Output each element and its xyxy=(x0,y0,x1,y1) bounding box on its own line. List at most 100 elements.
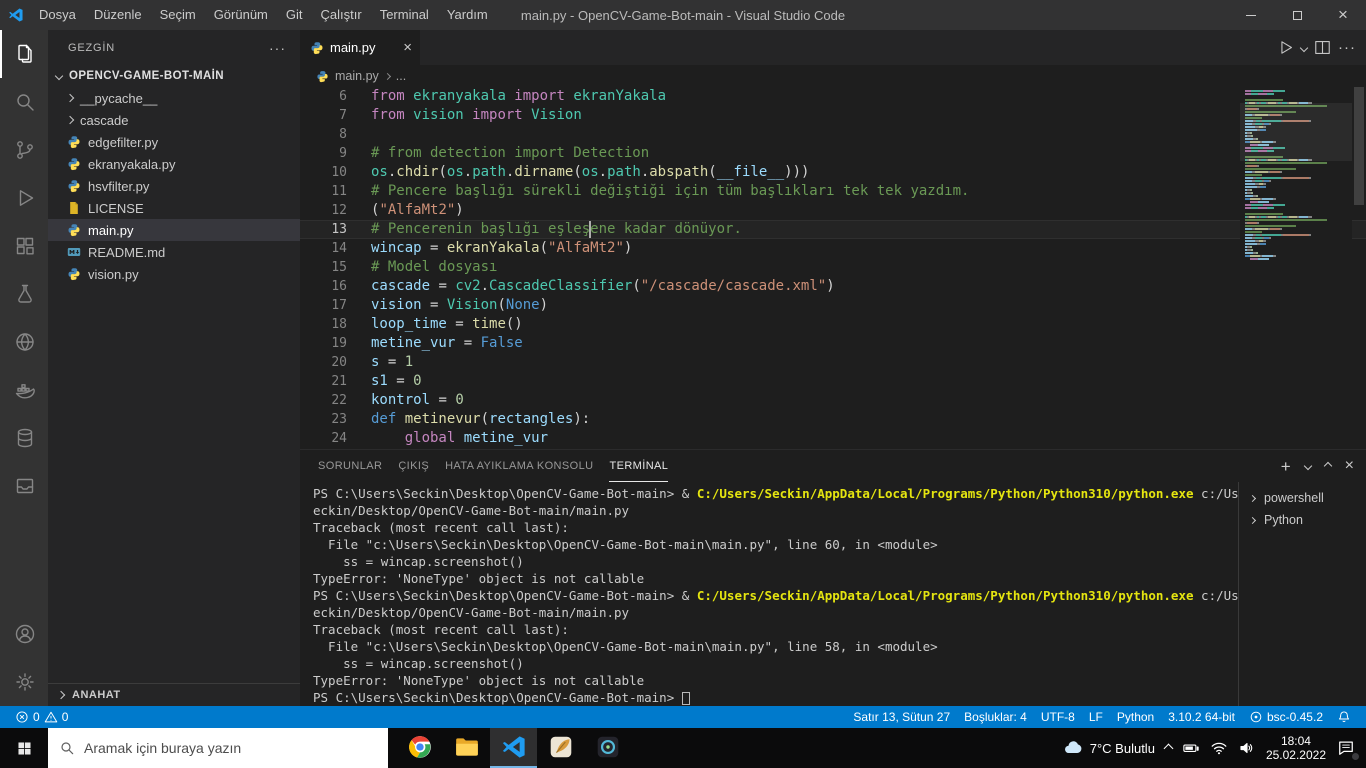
editor[interactable]: 6 from ekranyakala import ekranYakala 7 fro… xyxy=(300,87,1366,449)
chevron-up-icon[interactable] xyxy=(1323,461,1332,471)
cursor-position[interactable]: Satır 13, Sütun 27 xyxy=(846,706,957,728)
taskbar-notepad-app[interactable] xyxy=(537,728,584,768)
menu-item[interactable]: Çalıştır xyxy=(312,0,371,30)
tree-item-hsvfilter.py[interactable]: hsvfilter.py xyxy=(48,175,300,197)
outline-section[interactable]: ANAHAT xyxy=(48,683,300,706)
editor-scrollbar[interactable] xyxy=(1352,87,1366,449)
tree-item-__pycache__[interactable]: __pycache__ xyxy=(48,87,300,109)
code-line[interactable]: 23 def metinevur(rectangles): xyxy=(300,410,1366,429)
activitybar-extensions[interactable] xyxy=(0,222,48,270)
activitybar-testing[interactable] xyxy=(0,270,48,318)
menu-item[interactable]: Yardım xyxy=(438,0,497,30)
taskbar-vscode[interactable] xyxy=(490,728,537,768)
indentation[interactable]: Boşluklar: 4 xyxy=(957,706,1034,728)
code-line[interactable]: 21 s1 = 0 xyxy=(300,372,1366,391)
scrollbar-thumb[interactable] xyxy=(1354,87,1364,205)
code-line[interactable]: 7 from vision import Vision xyxy=(300,106,1366,125)
activitybar-explorer[interactable] xyxy=(0,30,48,78)
network-icon[interactable] xyxy=(1210,739,1228,757)
maximize-button[interactable] xyxy=(1274,0,1320,30)
chevron-down-icon[interactable] xyxy=(1299,43,1309,52)
code-line[interactable]: 15 # Model dosyası xyxy=(300,258,1366,277)
tree-item-ekranyakala.py[interactable]: ekranyakala.py xyxy=(48,153,300,175)
breadcrumb[interactable]: main.py ... xyxy=(300,65,1366,87)
encoding[interactable]: UTF-8 xyxy=(1034,706,1082,728)
bsc-extension[interactable]: bsc-0.45.2 xyxy=(1242,706,1330,728)
action-center-icon[interactable] xyxy=(1336,738,1360,761)
language-mode[interactable]: Python xyxy=(1110,706,1161,728)
terminal-instance-python[interactable]: Python xyxy=(1239,509,1366,531)
code-line[interactable]: 13 # Pencerenin başlığı eşleşene kadar dö… xyxy=(300,220,1366,239)
close-panel-icon[interactable]: × xyxy=(1345,458,1354,474)
clock[interactable]: 18:04 25.02.2022 xyxy=(1266,734,1326,762)
problems-indicator[interactable]: 0 0 xyxy=(8,706,75,728)
code-line[interactable]: 9 # from detection import Detection xyxy=(300,144,1366,163)
taskbar-file-explorer[interactable] xyxy=(443,728,490,768)
taskbar-search[interactable]: Aramak için buraya yazın xyxy=(48,728,388,768)
menu-item[interactable]: Görünüm xyxy=(205,0,277,30)
weather-indicator[interactable]: 7°C Bulutlu xyxy=(1062,737,1155,759)
volume-icon[interactable] xyxy=(1238,739,1256,757)
tree-root-folder[interactable]: OPENCV-GAME-BOT-MAİN xyxy=(48,65,300,87)
activitybar-docker[interactable] xyxy=(0,366,48,414)
tree-item-vision.py[interactable]: vision.py xyxy=(48,263,300,285)
notifications-button[interactable] xyxy=(1330,706,1358,728)
run-button[interactable] xyxy=(1276,38,1295,57)
menu-item[interactable]: Düzenle xyxy=(85,0,151,30)
menu-item[interactable]: Git xyxy=(277,0,312,30)
activitybar-source-control[interactable] xyxy=(0,126,48,174)
panel-tab-çikiş[interactable]: ÇIKIŞ xyxy=(398,450,429,482)
terminal-output[interactable]: PS C:\Users\Seckin\Desktop\OpenCV-Game-B… xyxy=(300,482,1238,706)
minimap[interactable] xyxy=(1240,87,1352,449)
code-line[interactable]: 20 s = 1 xyxy=(300,353,1366,372)
activitybar-remote-explorer[interactable] xyxy=(0,318,48,366)
tree-item-cascade[interactable]: cascade xyxy=(48,109,300,131)
code-line[interactable]: 8 xyxy=(300,125,1366,144)
code-line[interactable]: 17 vision = Vision(None) xyxy=(300,296,1366,315)
minimize-button[interactable] xyxy=(1228,0,1274,30)
start-button[interactable] xyxy=(0,728,48,768)
code-line[interactable]: 6 from ekranyakala import ekranYakala xyxy=(300,87,1366,106)
activitybar-account[interactable] xyxy=(0,610,48,658)
tree-item-main.py[interactable]: main.py xyxy=(48,219,300,241)
battery-icon[interactable] xyxy=(1182,739,1200,757)
taskbar-chrome[interactable] xyxy=(396,728,443,768)
activitybar-search[interactable] xyxy=(0,78,48,126)
hidden-icons-chevron[interactable] xyxy=(1163,743,1174,753)
more-actions-icon[interactable]: ··· xyxy=(269,40,286,56)
more-actions-icon[interactable]: ··· xyxy=(1338,39,1356,56)
panel-tab-sorunlar[interactable]: SORUNLAR xyxy=(318,450,382,482)
python-interpreter[interactable]: 3.10.2 64-bit xyxy=(1161,706,1242,728)
menu-item[interactable]: Seçim xyxy=(151,0,205,30)
panel-tab-termi̇nal[interactable]: TERMİNAL xyxy=(609,450,669,482)
code-line[interactable]: 10 os.chdir(os.path.dirname(os.path.abspa… xyxy=(300,163,1366,182)
tree-item-edgefilter.py[interactable]: edgefilter.py xyxy=(48,131,300,153)
close-button[interactable]: × xyxy=(1320,0,1366,30)
code-line[interactable]: 24 global metine_vur xyxy=(300,429,1366,448)
panel-tab-hata-ayiklama-konsolu[interactable]: HATA AYIKLAMA KONSOLU xyxy=(445,450,593,482)
code-line[interactable]: 14 wincap = ekranYakala("AlfaMt2") xyxy=(300,239,1366,258)
tab-label: main.py xyxy=(330,40,376,55)
code-line[interactable]: 19 metine_vur = False xyxy=(300,334,1366,353)
close-tab-icon[interactable]: × xyxy=(403,40,412,55)
code-line[interactable]: 16 cascade = cv2.CascadeClassifier("/casc… xyxy=(300,277,1366,296)
activitybar-inbox[interactable] xyxy=(0,462,48,510)
new-terminal-button[interactable]: + xyxy=(1281,458,1291,475)
taskbar-python-app[interactable] xyxy=(584,728,631,768)
tree-item-README.md[interactable]: README.md xyxy=(48,241,300,263)
split-editor-icon[interactable] xyxy=(1313,38,1332,57)
tab-main-py[interactable]: main.py × xyxy=(300,30,420,65)
tree-item-LICENSE[interactable]: LICENSE xyxy=(48,197,300,219)
eol-indicator[interactable]: LF xyxy=(1082,706,1110,728)
terminal-instance-powershell[interactable]: powershell xyxy=(1239,487,1366,509)
activitybar-settings[interactable] xyxy=(0,658,48,706)
activitybar-run-debug[interactable] xyxy=(0,174,48,222)
activitybar-database[interactable] xyxy=(0,414,48,462)
code-line[interactable]: 12 ("AlfaMt2") xyxy=(300,201,1366,220)
code-line[interactable]: 11 # Pencere başlığı sürekli değiştiği iç… xyxy=(300,182,1366,201)
menu-item[interactable]: Terminal xyxy=(371,0,438,30)
code-line[interactable]: 22 kontrol = 0 xyxy=(300,391,1366,410)
chevron-down-icon[interactable] xyxy=(1303,461,1312,471)
code-line[interactable]: 18 loop_time = time() xyxy=(300,315,1366,334)
menu-item[interactable]: Dosya xyxy=(30,0,85,30)
